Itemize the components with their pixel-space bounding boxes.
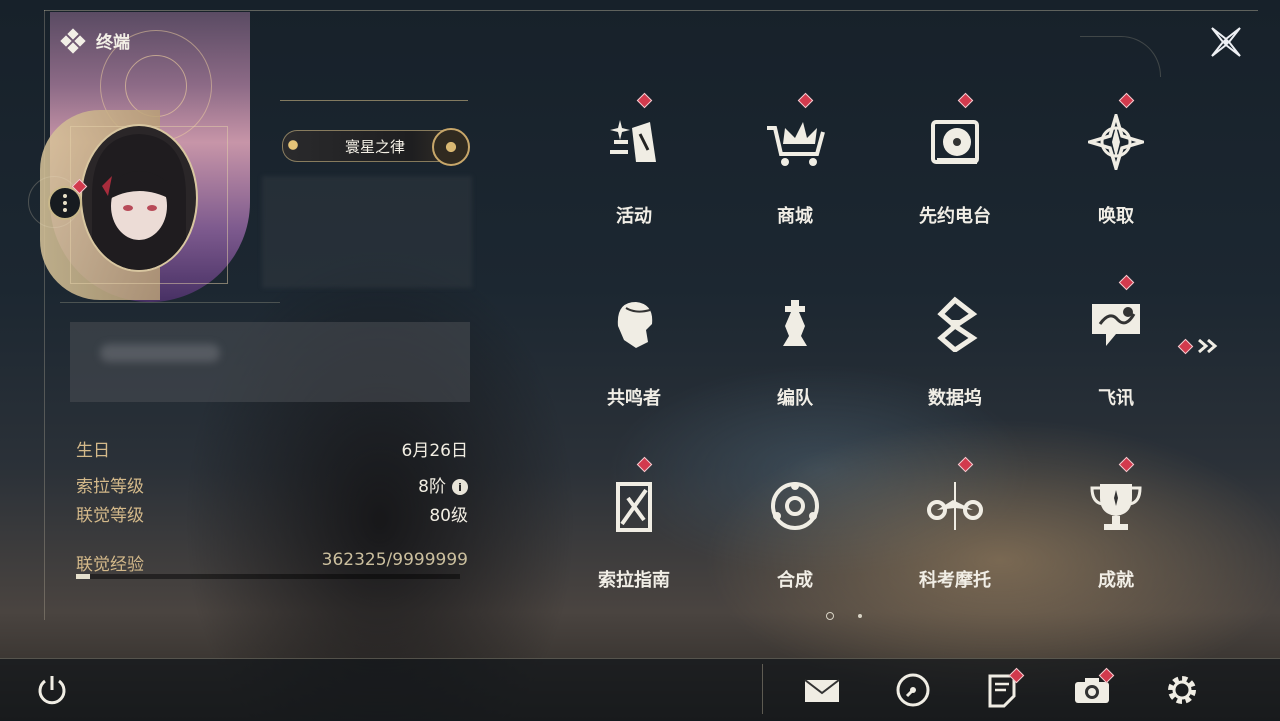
grid-item-label: 活动 <box>616 206 652 227</box>
mail-button[interactable] <box>802 670 842 710</box>
grid-item-label: 先约电台 <box>919 206 991 227</box>
motorcycle-icon <box>923 474 987 538</box>
double-chevron-right-icon <box>1198 338 1218 354</box>
grid-item[interactable]: 唤取 <box>1036 88 1196 268</box>
stat-union-exp: 联觉经验 362325/9999999 <box>76 550 468 575</box>
card-decoration-ring-inner <box>125 55 187 117</box>
notification-dot <box>797 92 814 109</box>
next-page-notification-dot <box>1177 338 1194 354</box>
sun-icon <box>284 136 302 154</box>
stat-label: 联觉经验 <box>76 555 144 575</box>
stat-label: 生日 <box>76 441 110 461</box>
close-icon <box>1211 27 1241 57</box>
stat-birthday: 生日 6月26日 <box>76 436 468 461</box>
signature-box[interactable] <box>70 322 470 402</box>
frame-line-top <box>44 10 1258 11</box>
stat-value: 80级 <box>429 506 468 526</box>
grid-item[interactable]: 合成 <box>715 452 875 632</box>
grid-item[interactable]: 成就 <box>1036 452 1196 632</box>
notification-dot <box>957 92 974 109</box>
grid-item[interactable]: 飞讯 <box>1036 270 1196 450</box>
settings-button[interactable] <box>1162 670 1202 710</box>
avatar-portrait <box>92 134 186 270</box>
grid-item[interactable]: 编队 <box>715 270 875 450</box>
stat-union-level: 联觉等级 80级 <box>76 501 468 526</box>
grid-item[interactable]: 活动 <box>554 88 714 268</box>
camera-button[interactable] <box>1072 667 1115 710</box>
grid-item-label: 商城 <box>777 206 813 227</box>
info-icon[interactable]: i <box>452 479 468 495</box>
notice-button[interactable] <box>982 667 1025 710</box>
grid-item[interactable]: 共鸣者 <box>554 270 714 450</box>
page-title-text: 终端 <box>96 33 130 53</box>
power-button[interactable] <box>32 670 72 710</box>
bottom-separator <box>762 664 763 714</box>
notification-dot <box>1118 456 1135 473</box>
data-crystal-icon <box>923 292 987 356</box>
close-button[interactable] <box>1206 22 1246 62</box>
terminal-icon <box>60 27 86 54</box>
grid-item-label: 成就 <box>1098 570 1134 591</box>
notification-dot <box>636 92 653 109</box>
redacted-area <box>262 176 472 288</box>
next-page-button[interactable] <box>1177 338 1219 354</box>
clock-button[interactable] <box>893 670 933 710</box>
notification-dot <box>636 456 653 473</box>
trophy-icon <box>1084 474 1148 538</box>
avatar[interactable] <box>80 124 198 272</box>
chat-bubble-icon <box>1084 292 1148 356</box>
character-head-icon <box>602 292 666 356</box>
grid-item[interactable]: 科考摩托 <box>875 452 1035 632</box>
grid-item-label: 合成 <box>777 570 813 591</box>
mail-icon <box>804 679 840 702</box>
notification-dot <box>1118 274 1135 291</box>
page-title: 终端 <box>60 27 130 54</box>
stat-value: 6月26日 <box>401 441 468 461</box>
dot <box>63 201 67 205</box>
grid-item[interactable]: 商城 <box>715 88 875 268</box>
stat-label: 索拉等级 <box>76 477 144 497</box>
grid-item-label: 索拉指南 <box>598 570 670 591</box>
grid-item[interactable]: 索拉指南 <box>554 452 714 632</box>
stat-value-wrap: 8阶 i <box>418 472 468 497</box>
divider <box>60 302 280 303</box>
notification-dot <box>957 456 974 473</box>
grid-item[interactable]: 数据坞 <box>875 270 1035 450</box>
settings-gear-icon <box>1168 676 1196 704</box>
grid-item-label: 唤取 <box>1098 206 1134 227</box>
power-icon <box>38 676 66 705</box>
stat-value: 8阶 <box>418 477 446 497</box>
clock-icon <box>896 673 930 707</box>
grid-item[interactable]: 先约电台 <box>875 88 1035 268</box>
pagination <box>826 612 862 620</box>
exp-progress-bar <box>76 574 460 579</box>
sparkle-flag-icon <box>602 110 666 174</box>
notification-dot <box>1118 92 1135 109</box>
guide-book-icon <box>602 474 666 538</box>
compass-star-icon <box>1084 110 1148 174</box>
stat-label: 联觉等级 <box>76 506 144 526</box>
frame-line-left <box>44 10 45 620</box>
stat-value: 362325/9999999 <box>321 550 468 570</box>
grid-item-label: 共鸣者 <box>607 388 661 409</box>
exp-progress-fill <box>76 574 90 579</box>
grid-item-label: 科考摩托 <box>919 570 991 591</box>
page-dot-active[interactable] <box>826 612 834 620</box>
synthesis-orb-icon <box>763 474 827 538</box>
chess-king-icon <box>763 292 827 356</box>
stat-sola-level: 索拉等级 8阶 i <box>76 472 468 497</box>
badge-emblem-icon <box>432 128 470 166</box>
title-badge-label: 寰星之律 <box>344 137 405 156</box>
page-dot[interactable] <box>858 614 862 618</box>
radio-vinyl-icon <box>923 110 987 174</box>
shopping-cart-crown-icon <box>763 110 827 174</box>
frame-arc <box>1080 36 1161 77</box>
grid-item-label: 数据坞 <box>928 388 982 409</box>
grid-item-label: 飞讯 <box>1098 388 1134 409</box>
dot <box>63 208 67 212</box>
grid-item-label: 编队 <box>777 388 813 409</box>
divider <box>280 100 468 101</box>
dot <box>63 194 67 198</box>
